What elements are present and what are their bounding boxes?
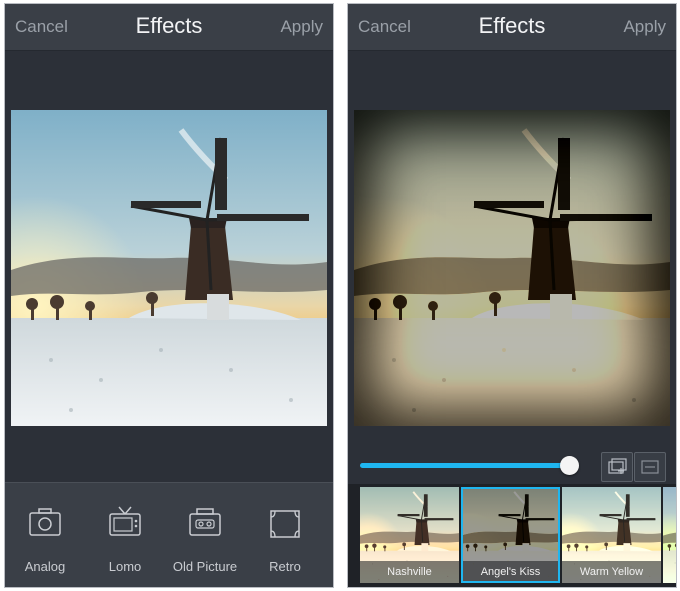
left-screen: Cancel Effects Apply Analog Lomo Old Pic…	[5, 4, 333, 587]
thumbnail-image	[461, 487, 560, 583]
apply-button[interactable]: Apply	[280, 17, 323, 37]
intensity-slider-track[interactable]	[360, 463, 569, 468]
intensity-slider-row	[348, 450, 676, 482]
right-screen: Cancel Effects Apply Nashville Angel's K…	[348, 4, 676, 587]
cassette-icon	[189, 508, 221, 536]
intensity-slider-knob[interactable]	[560, 456, 579, 475]
filter-thumb-nashville[interactable]: Nashville	[360, 487, 459, 583]
vignette-overlay	[354, 110, 670, 426]
effect-label: Old Picture	[172, 559, 238, 574]
nav-bar: Cancel Effects Apply	[348, 4, 676, 51]
photo-preview	[354, 110, 670, 426]
photo-preview	[11, 110, 327, 426]
filter-thumb-warm-yellow[interactable]: Warm Yellow	[562, 487, 661, 583]
apply-button[interactable]: Apply	[623, 17, 666, 37]
camera-icon	[29, 508, 61, 536]
compare-icon	[641, 460, 659, 474]
frame-icon	[270, 510, 300, 538]
filter-filmstrip: Nashville Angel's Kiss Warm Yellow	[348, 484, 676, 587]
add-layer-icon	[608, 458, 627, 474]
add-layer-button[interactable]	[601, 452, 633, 482]
effect-label: Retro	[269, 559, 301, 574]
effect-old-picture[interactable]: Old Picture	[165, 503, 245, 574]
effects-toolbar: Analog Lomo Old Picture Retro	[5, 482, 333, 587]
effect-label: Analog	[24, 559, 66, 574]
effect-label: Lomo	[108, 559, 142, 574]
thumbnail-image	[663, 487, 676, 583]
effect-lomo[interactable]: Lomo	[85, 503, 165, 574]
filter-label: Angel's Kiss	[461, 561, 560, 583]
effect-retro[interactable]: Retro	[245, 503, 325, 574]
filter-label: Nashville	[360, 561, 459, 583]
filter-label: Warm Yellow	[562, 561, 661, 583]
nav-bar: Cancel Effects Apply	[5, 4, 333, 51]
filter-thumb-angels-kiss[interactable]: Angel's Kiss	[461, 487, 560, 583]
tv-icon	[109, 506, 141, 536]
windmill-photo	[11, 110, 327, 426]
effect-analog[interactable]: Analog	[5, 503, 85, 574]
compare-button[interactable]	[634, 452, 666, 482]
filter-thumb-partial[interactable]	[663, 487, 676, 583]
